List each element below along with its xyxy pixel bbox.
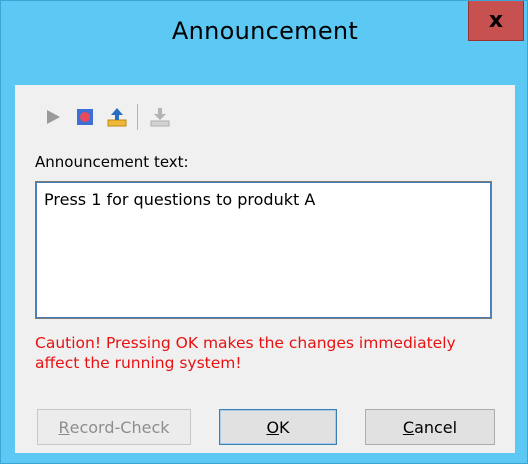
download-button[interactable]: [146, 103, 174, 131]
record-check-button[interactable]: Record-Check: [37, 409, 191, 445]
toolbar: [39, 103, 178, 131]
close-icon: x: [488, 7, 504, 33]
record-button[interactable]: [71, 103, 99, 131]
play-icon: [47, 110, 60, 124]
cancel-button[interactable]: Cancel: [365, 409, 495, 445]
announcement-text-input[interactable]: Press 1 for questions to produkt A: [35, 181, 492, 319]
ok-label: K: [279, 417, 290, 437]
record-check-label: ecord-Check: [69, 417, 170, 437]
title-bar[interactable]: Announcement x: [1, 1, 528, 85]
cancel-mnemonic: C: [402, 417, 415, 437]
announcement-dialog: Announcement x Announcement text: Press …: [0, 0, 528, 464]
ok-mnemonic: O: [266, 417, 280, 437]
dialog-title: Announcement: [171, 17, 359, 45]
announcement-text-label: Announcement text:: [35, 153, 189, 171]
dialog-body: Announcement text: Press 1 for questions…: [15, 85, 515, 453]
upload-button[interactable]: [103, 103, 131, 131]
toolbar-separator: [137, 104, 138, 130]
caution-message: Caution! Pressing OK makes the changes i…: [35, 334, 456, 372]
upload-icon: [107, 108, 127, 127]
ok-button[interactable]: OK: [219, 409, 337, 445]
record-check-mnemonic: R: [58, 417, 70, 437]
cancel-label: ancel: [414, 417, 458, 437]
close-button[interactable]: x: [468, 1, 524, 41]
record-icon: [77, 109, 93, 125]
play-button[interactable]: [39, 103, 67, 131]
download-icon: [150, 108, 170, 127]
